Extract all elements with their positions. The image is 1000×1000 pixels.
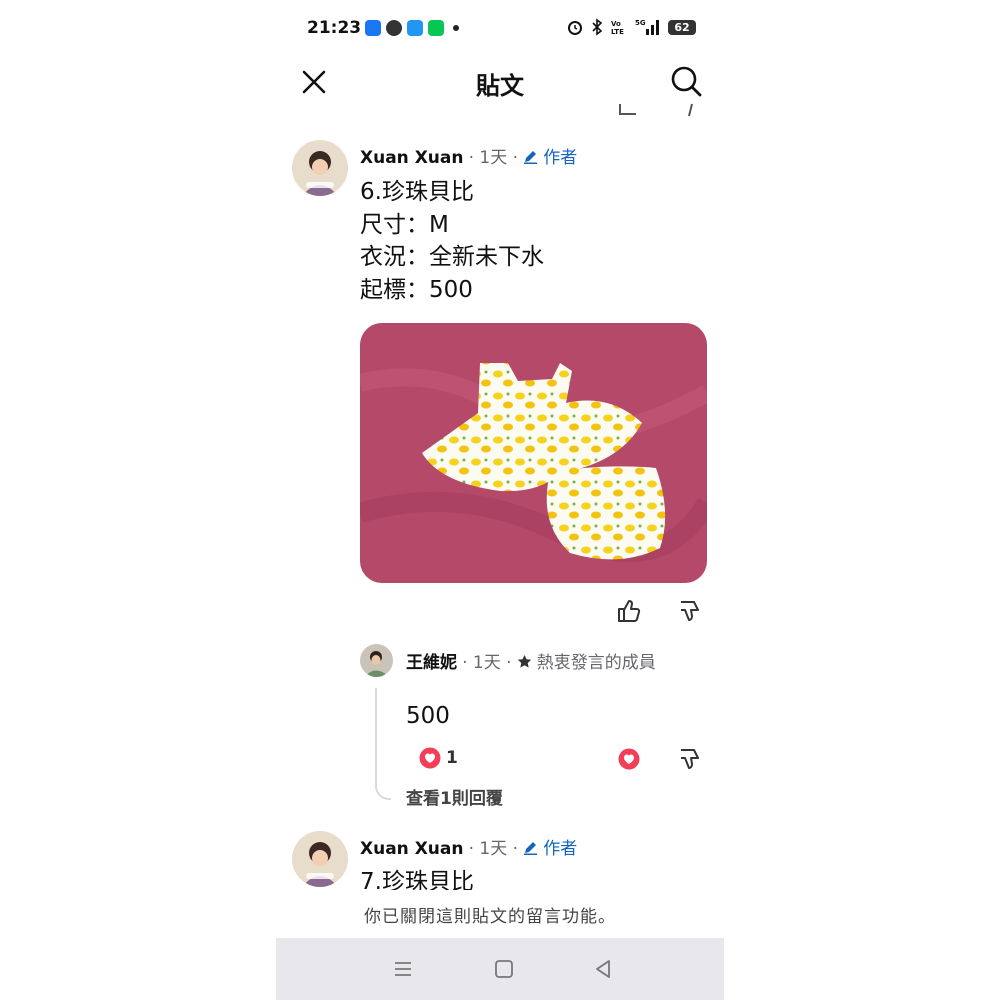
reply-avatar[interactable] xyxy=(360,644,393,677)
comments-closed-note: 你已關閉這則貼文的留言功能。 xyxy=(364,907,616,927)
author-badge-2: 作者 xyxy=(543,839,578,859)
thread-line xyxy=(375,688,391,800)
back-icon[interactable] xyxy=(590,956,616,982)
home-icon[interactable] xyxy=(491,956,517,982)
comment-time: · 1天 · xyxy=(468,148,519,168)
app-icon xyxy=(407,20,423,36)
svg-text:5G: 5G xyxy=(635,19,646,27)
page-title: 貼文 xyxy=(476,72,524,100)
alarm-icon xyxy=(568,21,582,35)
comment-time-2: · 1天 · xyxy=(468,839,519,859)
member-badge: 熱衷發言的成員 xyxy=(536,653,656,673)
facebook-icon xyxy=(365,20,381,36)
svg-text:Vo: Vo xyxy=(611,20,621,28)
product-photo[interactable] xyxy=(360,323,707,583)
reaction-summary[interactable]: 1 xyxy=(419,747,458,769)
comment-header-2: Xuan Xuan · 1天 · 作者 xyxy=(360,834,577,859)
bluetooth-icon xyxy=(592,18,603,36)
view-replies-link[interactable]: 查看1則回覆 xyxy=(406,784,503,809)
pencil-icon-2 xyxy=(524,842,538,855)
svg-text:LTE: LTE xyxy=(611,28,624,36)
comment-header: Xuan Xuan · 1天 · 作者 xyxy=(360,143,577,168)
author-name[interactable]: Xuan Xuan xyxy=(360,148,464,168)
reply-text: 500 xyxy=(406,703,450,729)
volte-icon: VoLTE xyxy=(611,20,624,36)
recent-apps-icon[interactable] xyxy=(390,956,416,982)
love-reaction-icon xyxy=(419,747,441,769)
phone-screen: 21:23 Vo LTE 5G 62 貼文 Xuan Xuan · 1天 · 作… xyxy=(276,0,724,1000)
reply-header: 王維妮 · 1天 · 熱衷發言的成員 xyxy=(406,648,656,673)
reply-dislike-icon[interactable] xyxy=(677,746,703,772)
5g-signal-icon: 5G xyxy=(635,19,659,35)
star-icon xyxy=(517,655,531,668)
line-icon xyxy=(428,20,444,36)
comment-text: 6.珍珠貝比 尺寸：M 衣況：全新未下水 起標：500 xyxy=(360,179,544,303)
avatar[interactable] xyxy=(292,140,348,196)
author-badge: 作者 xyxy=(543,148,578,168)
status-bar: 21:23 Vo LTE 5G 62 xyxy=(276,0,724,58)
reply-author-name[interactable]: 王維妮 xyxy=(406,653,457,673)
pencil-icon xyxy=(524,151,538,164)
love-button-icon[interactable] xyxy=(618,748,640,770)
previous-dislike-icon[interactable] xyxy=(682,100,696,118)
notification-icons xyxy=(365,20,459,36)
reaction-count: 1 xyxy=(446,748,458,768)
status-time: 21:23 xyxy=(307,18,362,38)
comment-text-2-clip: 7.珍珠貝比 xyxy=(360,866,710,890)
dislike-icon[interactable] xyxy=(677,598,703,624)
more-notifications-icon xyxy=(453,25,459,31)
header: 貼文 xyxy=(276,58,724,106)
previous-like-icon[interactable] xyxy=(616,100,640,118)
messenger-icon xyxy=(386,20,402,36)
avatar-2[interactable] xyxy=(292,831,348,887)
author-name-2[interactable]: Xuan Xuan xyxy=(360,839,464,859)
battery-icon: 62 xyxy=(668,19,696,35)
reply-time: · 1天 · xyxy=(462,653,512,673)
comment-text-2: 7.珍珠貝比 xyxy=(360,869,474,890)
search-icon[interactable] xyxy=(668,63,704,99)
system-icons: Vo LTE 5G 62 xyxy=(566,18,696,36)
system-nav-bar xyxy=(276,938,724,1000)
like-icon[interactable] xyxy=(616,598,642,624)
